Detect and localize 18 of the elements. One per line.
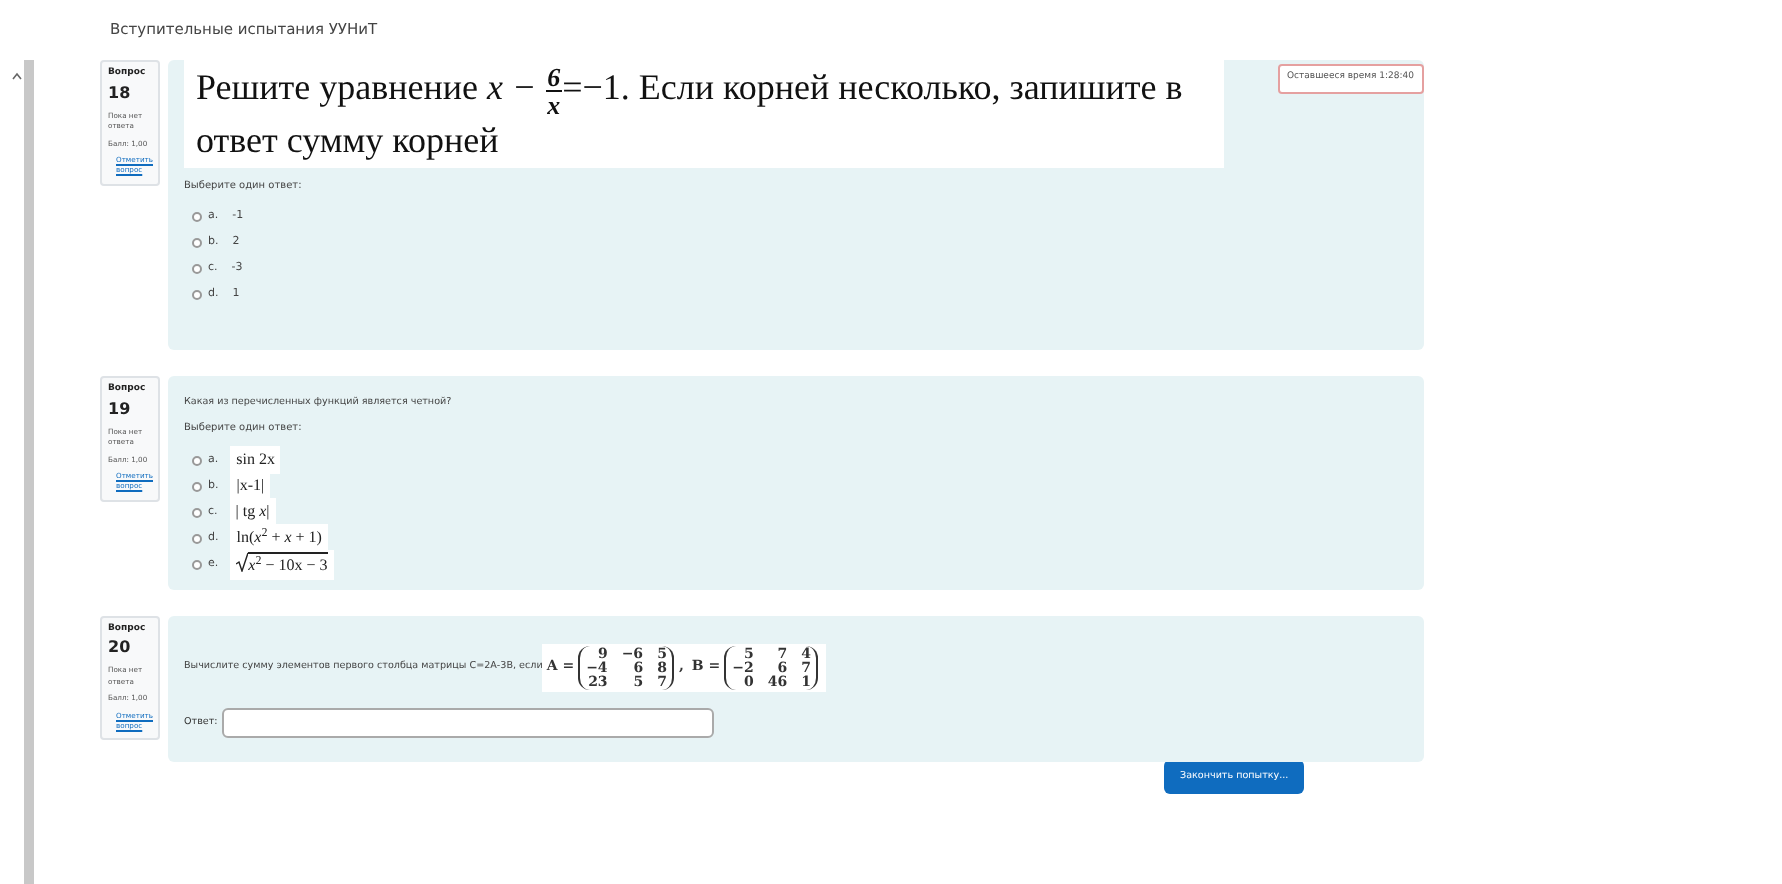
math-option: ln(x$^{2}$ + x + 1) [230,524,328,553]
square-root-icon [236,551,249,572]
radio-button[interactable] [192,290,202,300]
radio-button[interactable] [192,481,202,492]
radio-button[interactable] [192,559,202,570]
radio-button[interactable] [192,238,202,248]
answer-field[interactable] [221,707,714,738]
radio-button[interactable] [192,507,202,518]
radio-button[interactable] [192,212,202,222]
math-option: x$^{2}$ − 10x − 3 [230,549,334,580]
side-scrollbar[interactable] [24,60,34,884]
radio-button[interactable] [192,455,202,466]
radio-button[interactable] [192,533,202,544]
caret-icon[interactable] [12,72,22,80]
radio-button[interactable] [192,264,202,274]
math-option: |x-1| [230,472,271,501]
math-option: | tg x| [229,498,276,527]
math-option: sin 2x [230,446,281,475]
